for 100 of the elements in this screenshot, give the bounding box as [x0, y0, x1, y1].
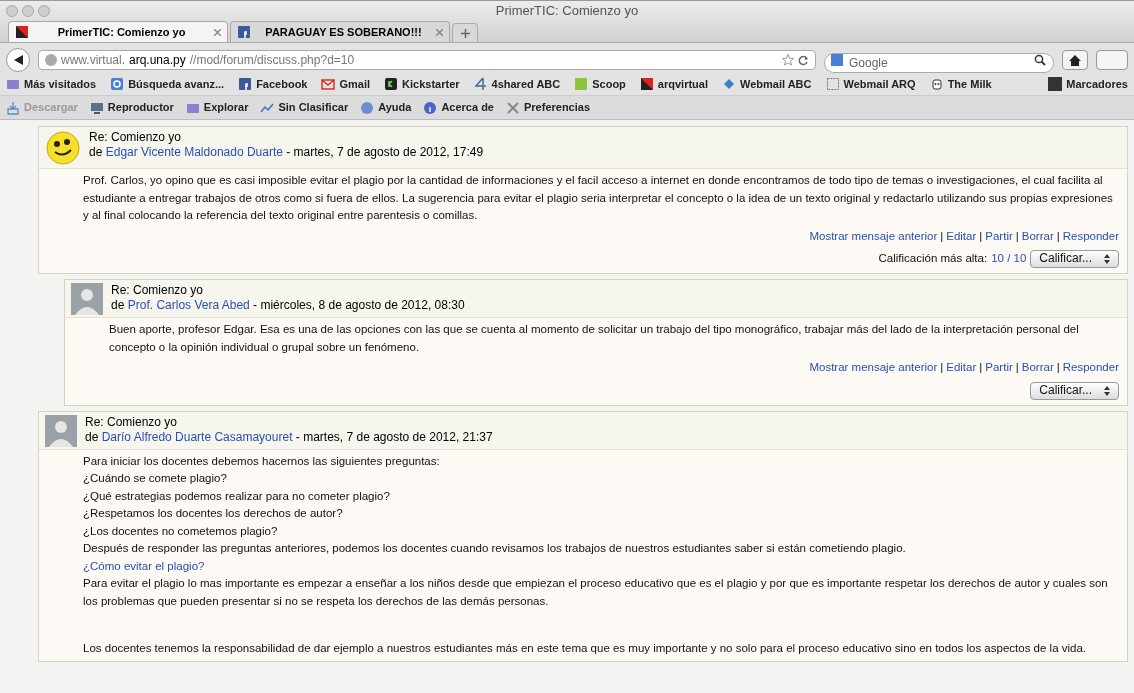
facebook-icon [238, 77, 253, 91]
body-link[interactable]: ¿Cómo evitar el plagio? [83, 557, 205, 575]
tab-label: PARAGUAY ES SOBERANO!!! [264, 24, 423, 40]
site-logo-icon [15, 25, 29, 39]
separator: | [978, 360, 984, 375]
window-control[interactable] [6, 5, 18, 17]
post-subject: Re: Comienzo yo [111, 283, 205, 298]
post-text: Los docentes tenemos la responsabilidad de dar ejemplo a nuestros estudiantes más en este tema que es muy importante y no solo para el proceso educativo sino en todos los aspectos de la vida. [83, 641, 1087, 656]
globe-icon [45, 54, 57, 66]
separator: | [1055, 360, 1061, 375]
action-link[interactable]: Editar [946, 359, 977, 377]
bookmark-item[interactable]: Más visitados [6, 75, 97, 93]
action-link[interactable]: Mostrar mensaje anterior [809, 359, 938, 377]
back-button[interactable] [6, 48, 30, 72]
search-icon [1034, 54, 1046, 66]
browser-tab[interactable]: PrimerTIC: Comienzo yo [8, 21, 228, 42]
info-icon [423, 100, 438, 115]
bookmark-item[interactable]: The Milk [929, 75, 992, 93]
rating-select[interactable]: Calificar... [1030, 250, 1119, 268]
separator: | [939, 228, 945, 244]
new-tab-button[interactable] [452, 23, 478, 42]
bookmark-item[interactable]: Búsqueda avanz... [110, 75, 225, 93]
plus-icon [460, 28, 470, 38]
toolbar-item[interactable]: Ayuda [360, 99, 412, 116]
cow-icon [929, 77, 944, 91]
rating-select[interactable]: Calificar... [1030, 381, 1119, 400]
toolbar-item[interactable]: Preferencias [506, 99, 591, 116]
site-logo-icon [639, 77, 654, 91]
window-title: PrimerTIC: Comienzo yo [495, 2, 639, 21]
post-text: ¿Qué estrategias podemos realizar para no cometer plagio? [83, 488, 391, 504]
bookmark-item[interactable]: Webmail ABC [722, 75, 812, 93]
post-text: Buen aporte, profesor Edgar. Esa es una de las opciones con las que se cuenta al momento de solicitar un trabajo del tipo monográfico, trabajar más del lado de la interpretación personal del concepto o la opinión individual o grupal sobre un fenómeno. [109, 322, 1080, 355]
toolbar-item[interactable]: Reproductor [89, 99, 174, 116]
smiley-avatar [45, 130, 81, 166]
post-date: - martes, 7 de agosto de 2012, 17:49 [285, 145, 484, 160]
bookmarks-menu[interactable]: Marcadores [1048, 75, 1128, 93]
updown-icon [1104, 385, 1110, 396]
window-control[interactable] [22, 5, 34, 17]
action-link[interactable]: Responder [1062, 359, 1119, 377]
bookmark-item[interactable]: Webmail ARQ [825, 75, 916, 93]
by-label: de [85, 429, 100, 445]
action-link[interactable]: Borrar [1021, 227, 1054, 245]
separator: | [1014, 228, 1020, 244]
separator: | [1014, 360, 1020, 375]
rating-label: Calificación más alta: [878, 251, 988, 267]
download-icon [6, 100, 20, 115]
post-text: ¿Los docentes no cometemos plagio? [83, 523, 279, 539]
envelope-icon [321, 77, 336, 91]
home-icon [1069, 54, 1081, 66]
close-icon[interactable] [436, 28, 443, 36]
dashed-square-icon [825, 77, 840, 91]
browser-tab[interactable]: PARAGUAY ES SOBERANO!!! [230, 21, 450, 42]
action-link[interactable]: Editar [946, 227, 977, 245]
rating-link[interactable]: 10 / 10 [991, 250, 1027, 268]
bookmark-item[interactable]: 4shared ABC [473, 75, 561, 93]
monitor-icon [89, 100, 104, 115]
post-text: ¿Cuándo se comete plagio? [83, 471, 228, 486]
back-arrow-icon [13, 55, 23, 65]
bookmark-item[interactable]: Gmail [321, 75, 371, 93]
action-link[interactable]: Responder [1062, 227, 1119, 245]
close-icon[interactable] [214, 28, 221, 36]
window-control[interactable] [38, 5, 50, 17]
avatar-silhouette [45, 414, 77, 447]
action-link[interactable]: Borrar [1021, 359, 1054, 377]
separator: | [1055, 228, 1061, 244]
home-button[interactable] [1062, 50, 1088, 70]
post-date: - miércoles, 8 de agosto de 2012, 08:30 [252, 298, 465, 313]
bookmark-item[interactable]: arqvirtual [639, 75, 708, 93]
updown-icon [1104, 254, 1110, 264]
k-icon [384, 77, 399, 91]
address-field[interactable]: www.virtual. arq.una.py //mod/forum/discuss.php?d=10 [38, 50, 816, 70]
four-icon [473, 77, 488, 91]
by-label: de [111, 298, 126, 313]
post-date: - martes, 7 de agosto de 2012, 21:37 [294, 429, 493, 445]
author-link[interactable]: Prof. Carlos Vera Abed [127, 298, 250, 313]
author-link[interactable]: Darío Alfredo Duarte Casamayouret [101, 429, 293, 445]
square-icon [574, 77, 589, 91]
action-link[interactable]: Mostrar mensaje anterior [809, 227, 938, 245]
action-link[interactable]: Partir [985, 227, 1013, 245]
action-link[interactable]: Partir [985, 359, 1013, 377]
bookmark-item[interactable]: Scoop [574, 75, 626, 93]
by-label: de [89, 145, 104, 160]
post-text: Para iniciar los docentes debemos hacernos las siguientes preguntas: [83, 453, 441, 469]
toolbar-item[interactable]: Explorar [185, 99, 249, 116]
bookmark-item[interactable]: Kickstarter [384, 75, 460, 93]
post-subject: Re: Comienzo yo [89, 130, 183, 145]
toolbar-item[interactable]: Acerca de [423, 99, 494, 116]
toolbar-item[interactable]: Sin Clasificar [260, 99, 349, 116]
reload-icon[interactable] [798, 54, 809, 66]
search-field[interactable]: Google [824, 53, 1054, 73]
diamond-icon [722, 77, 736, 91]
separator: | [939, 360, 945, 375]
folder-icon [6, 77, 20, 91]
separator: | [978, 228, 984, 244]
post-text: ¿Respetamos los docentes los derechos de autor? [83, 506, 344, 521]
author-link[interactable]: Edgar Vicente Maldonado Duarte [105, 145, 283, 160]
bookmark-item[interactable]: Facebook [238, 75, 308, 93]
post-subject: Re: Comienzo yo [85, 414, 179, 430]
addon-button[interactable] [1096, 50, 1128, 70]
post-text: Para evitar el plagio lo mas importante es empezar a enseñar a los niños desde que empiezan el proceso educativo que es el plagio y por que es importante respetar los derechos de autor y cuales son los problemas que pueden presentar si no se respeta los derechos de las demás personas. [83, 576, 1109, 609]
